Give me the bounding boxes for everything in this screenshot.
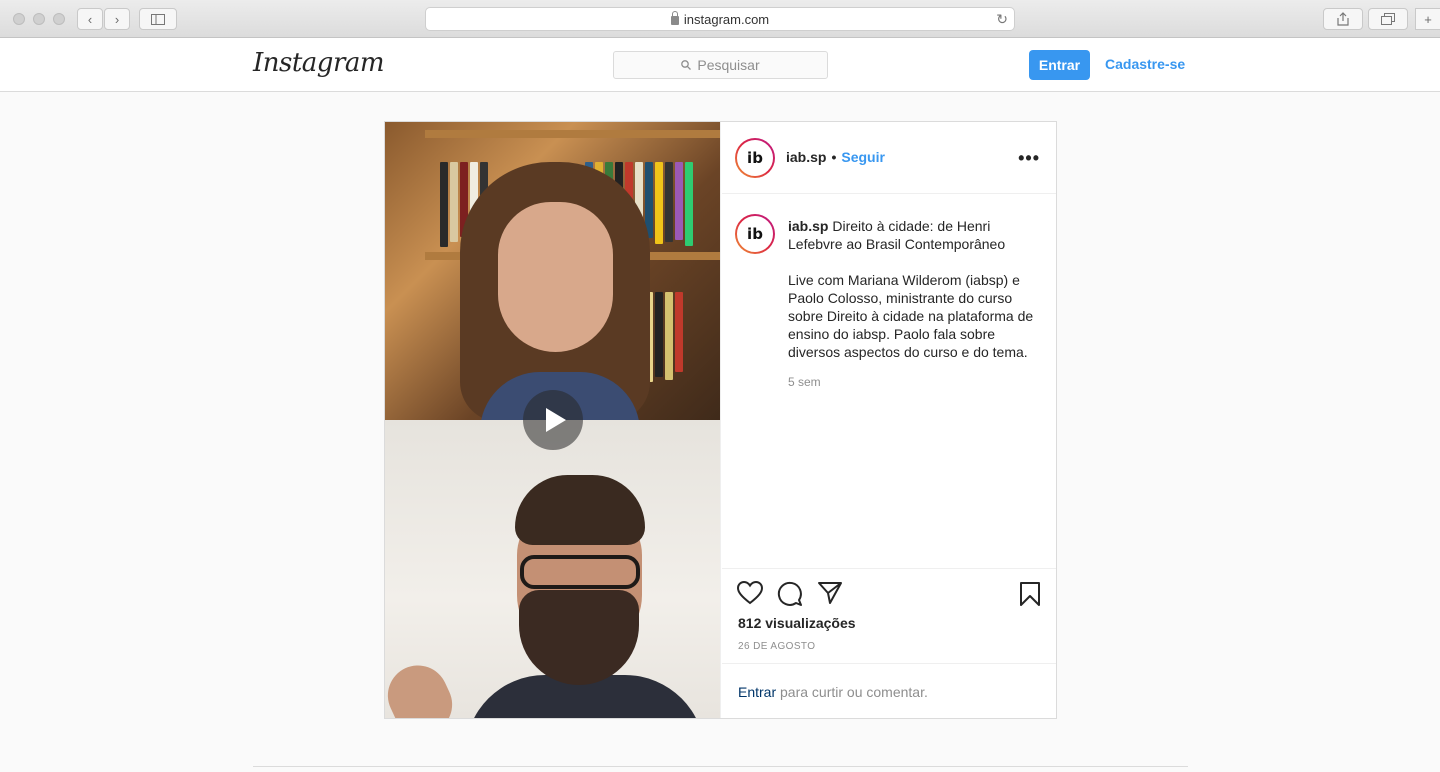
- login-button[interactable]: Entrar: [1029, 50, 1090, 80]
- tabs-icon: [1381, 13, 1395, 25]
- search-icon: [681, 60, 692, 70]
- post-header: ib iab.sp • Seguir •••: [722, 122, 1056, 194]
- profile-avatar[interactable]: ib: [735, 138, 775, 178]
- view-count[interactable]: 812 visualizações: [738, 615, 856, 631]
- sidebar-toggle-button[interactable]: [139, 8, 177, 30]
- post-card: ib iab.sp • Seguir ••• ib iab.sp Direito…: [384, 121, 1057, 719]
- avatar-text: ib: [737, 216, 773, 252]
- bookmark-icon[interactable]: [1019, 581, 1041, 607]
- signup-link[interactable]: Cadastre-se: [1105, 56, 1185, 72]
- search-placeholder: Pesquisar: [697, 57, 760, 73]
- window-close-button[interactable]: [13, 13, 25, 25]
- lock-icon: [670, 10, 679, 25]
- tabs-overview-button[interactable]: [1368, 8, 1408, 30]
- video-frame-bottom: [385, 420, 720, 718]
- post-username[interactable]: iab.sp: [786, 149, 826, 165]
- comment-icon[interactable]: [777, 581, 803, 607]
- login-link[interactable]: Entrar: [738, 684, 776, 700]
- window-zoom-button[interactable]: [53, 13, 65, 25]
- new-tab-button[interactable]: +: [1415, 8, 1440, 30]
- instagram-logo[interactable]: Instagram: [253, 48, 385, 78]
- login-prompt: Entrar para curtir ou comentar.: [722, 663, 1056, 719]
- post-sidebar: ib iab.sp • Seguir ••• ib iab.sp Direito…: [722, 122, 1056, 718]
- share-sheet-icon: [1337, 12, 1349, 26]
- url-text: instagram.com: [683, 11, 770, 27]
- address-bar[interactable]: instagram.com ↻: [425, 7, 1015, 31]
- avatar-text: ib: [737, 140, 773, 176]
- video-player[interactable]: [385, 122, 721, 718]
- speaker-woman: [460, 162, 650, 420]
- video-frame-top: [385, 122, 720, 420]
- post-caption: iab.sp Direito à cidade: de Henri Lefebv…: [788, 217, 1048, 379]
- caption-username[interactable]: iab.sp: [788, 218, 828, 234]
- follow-separator: •: [831, 149, 837, 165]
- post-actions: 812 visualizações 26 DE AGOSTO Entrar pa…: [722, 568, 1056, 718]
- share-icon[interactable]: [817, 581, 843, 605]
- login-prompt-text: para curtir ou comentar.: [776, 684, 928, 700]
- follow-button[interactable]: Seguir: [841, 149, 885, 165]
- speaker-man: [465, 475, 705, 718]
- back-button[interactable]: ‹: [77, 8, 103, 30]
- sidebar-icon: [151, 13, 165, 25]
- browser-toolbar: ‹ › instagram.com ↻ +: [0, 0, 1440, 38]
- search-input[interactable]: Pesquisar: [613, 51, 828, 79]
- footer-divider: [253, 766, 1188, 767]
- forward-button[interactable]: ›: [104, 8, 130, 30]
- reload-icon[interactable]: ↻: [996, 11, 1008, 28]
- play-icon[interactable]: [523, 390, 583, 450]
- ig-header: Instagram Pesquisar Entrar Cadastre-se: [0, 38, 1440, 92]
- caption-avatar[interactable]: ib: [735, 214, 775, 254]
- caption-body: Live com Mariana Wilderom (iabsp) e Paol…: [788, 272, 1034, 360]
- post-time-ago: 5 sem: [788, 375, 821, 389]
- share-button[interactable]: [1323, 8, 1363, 30]
- heart-icon[interactable]: [737, 581, 763, 605]
- post-date: 26 DE AGOSTO: [738, 641, 816, 652]
- window-minimize-button[interactable]: [33, 13, 45, 25]
- more-options-icon[interactable]: •••: [1018, 148, 1040, 169]
